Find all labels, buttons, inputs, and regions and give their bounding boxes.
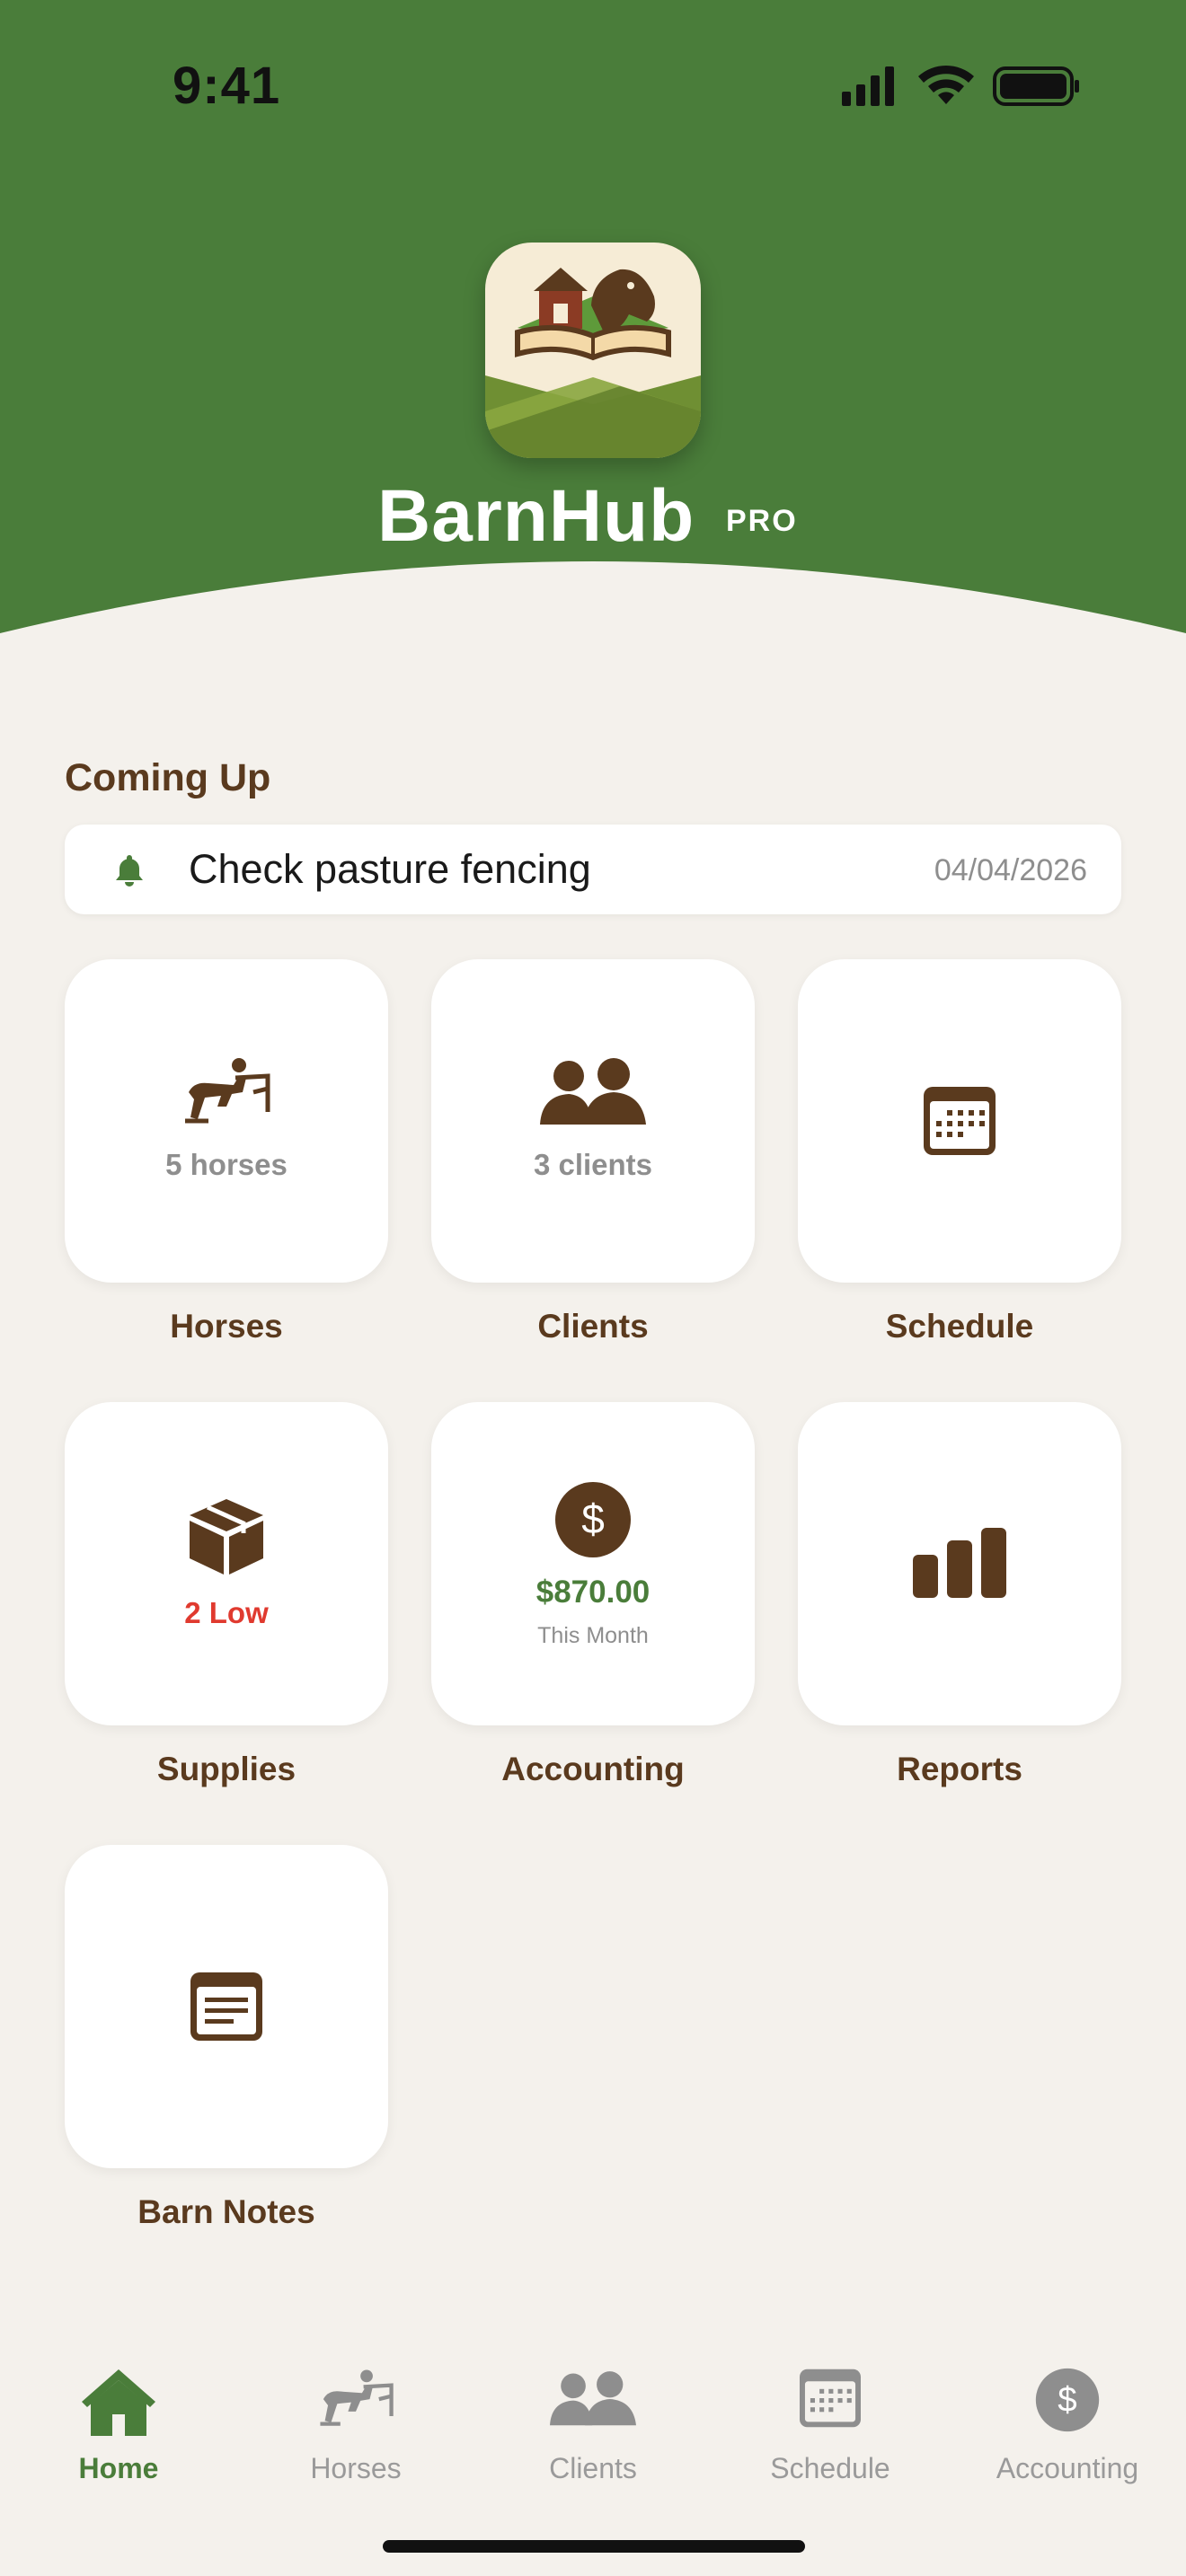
svg-text:$: $ — [581, 1495, 605, 1542]
wifi-icon — [918, 65, 974, 104]
home-indicator — [383, 2540, 805, 2553]
note-icon — [65, 1971, 388, 2047]
calendar-icon — [798, 1085, 1121, 1161]
tile-label-barn-notes: Barn Notes — [137, 2193, 315, 2230]
bar-chart-icon — [798, 1528, 1121, 1602]
pro-badge: PRO — [726, 504, 798, 538]
accounting-total: $870.00 — [535, 1575, 651, 1610]
clients-count: 3 clients — [533, 1148, 653, 1181]
tile-schedule[interactable] — [798, 959, 1121, 1283]
app-header: 9:41 BarnHub PRO — [0, 0, 1186, 638]
tile-label-accounting: Accounting — [501, 1751, 685, 1787]
tile-label-reports: Reports — [897, 1751, 1022, 1787]
calendar-icon — [712, 2368, 949, 2448]
dollar-icon: $ — [431, 1481, 755, 1563]
coming-up-title: Coming Up — [65, 756, 271, 799]
tile-label-schedule: Schedule — [885, 1308, 1034, 1345]
tab-label-home: Home — [78, 2452, 159, 2484]
tile-supplies[interactable]: 2 Low — [65, 1402, 388, 1725]
tile-reports[interactable] — [798, 1402, 1121, 1725]
reminder-date: 04/04/2026 — [934, 853, 1087, 887]
accounting-period: This Month — [537, 1623, 649, 1648]
tab-schedule[interactable]: Schedule — [712, 2368, 949, 2485]
app-title: BarnHub — [377, 475, 695, 557]
horse-jumping-icon — [237, 2368, 474, 2448]
tile-clients[interactable]: 3 clients — [431, 959, 755, 1283]
tile-accounting[interactable]: $ $870.00 This Month — [431, 1402, 755, 1725]
home-icon — [0, 2368, 237, 2448]
tab-horses[interactable]: Horses — [237, 2368, 474, 2485]
tab-home[interactable]: Home — [0, 2368, 237, 2485]
bell-icon — [111, 851, 147, 892]
tab-clients[interactable]: Clients — [474, 2368, 712, 2485]
tab-label-horses: Horses — [310, 2452, 402, 2484]
tile-label-horses: Horses — [170, 1308, 283, 1345]
people-icon — [431, 1058, 755, 1131]
tab-label-schedule: Schedule — [770, 2452, 890, 2484]
svg-text:$: $ — [1058, 2381, 1076, 2420]
status-icons — [840, 65, 1083, 114]
cellular-signal-icon — [842, 66, 894, 106]
battery-icon — [993, 66, 1079, 106]
status-bar: 9:41 — [0, 0, 1186, 171]
upcoming-reminder[interactable]: Check pasture fencing 04/04/2026 — [65, 825, 1121, 914]
people-icon — [474, 2368, 712, 2448]
status-time: 9:41 — [173, 57, 281, 115]
tile-horses[interactable]: 5 horses — [65, 959, 388, 1283]
horse-jumping-icon — [65, 1056, 388, 1134]
tile-barn-notes[interactable] — [65, 1845, 388, 2168]
tab-accounting[interactable]: $ Accounting — [949, 2368, 1186, 2485]
horses-count: 5 horses — [165, 1148, 288, 1181]
tab-label-clients: Clients — [549, 2452, 637, 2484]
dollar-icon: $ — [949, 2368, 1186, 2448]
tile-label-clients: Clients — [537, 1308, 649, 1345]
supplies-low-count: 2 Low — [184, 1596, 269, 1629]
box-icon — [65, 1497, 388, 1581]
app-logo — [485, 243, 701, 458]
tile-label-supplies: Supplies — [156, 1751, 296, 1787]
tab-label-accounting: Accounting — [996, 2452, 1139, 2484]
reminder-task: Check pasture fencing — [189, 846, 591, 892]
